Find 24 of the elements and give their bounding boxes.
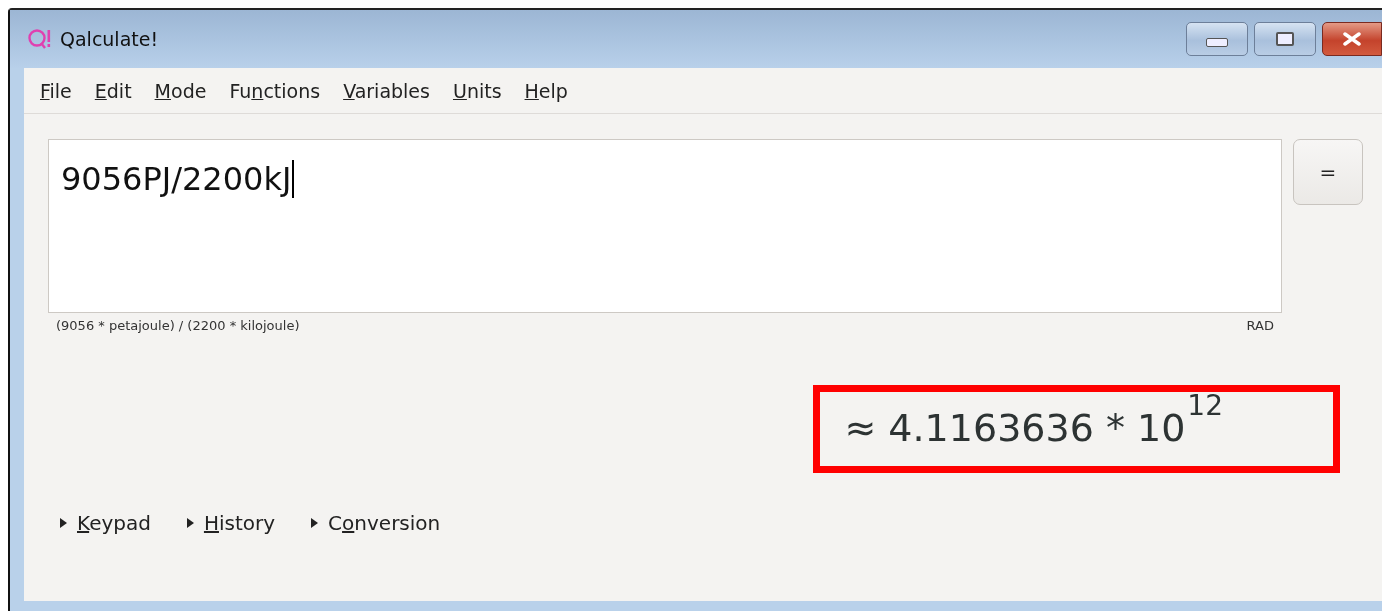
minimize-button[interactable] xyxy=(1186,22,1248,56)
expression-field[interactable]: 9056PJ/2200kJ xyxy=(48,139,1282,313)
close-button[interactable] xyxy=(1322,22,1382,56)
expander[interactable]: Keypad xyxy=(58,511,151,535)
close-icon xyxy=(1342,32,1362,46)
menu-item[interactable]: Help xyxy=(524,79,568,102)
menu-item[interactable]: Variables xyxy=(343,79,430,102)
triangle-right-icon xyxy=(58,516,68,530)
app-logo-icon xyxy=(28,28,52,50)
triangle-right-icon xyxy=(184,516,195,530)
menu-item[interactable]: Units xyxy=(452,79,502,102)
parsed-expression: (9056 * petajoule) / (2200 * kilojoule) xyxy=(56,318,300,333)
menu-item[interactable]: File xyxy=(40,79,72,102)
menu-item[interactable]: Functions xyxy=(229,79,321,102)
menu-item[interactable]: Edit xyxy=(94,79,132,102)
menu-item[interactable]: Mode xyxy=(154,79,207,102)
equals-button[interactable]: = xyxy=(1293,139,1363,205)
expander[interactable]: History xyxy=(184,511,276,535)
window-title: Qalculate! xyxy=(60,28,159,50)
result-text: ≈ 4.1163636 * 10$^{12}$ xyxy=(813,385,1340,473)
expander[interactable]: Conversion xyxy=(309,511,441,535)
maximize-button[interactable] xyxy=(1254,22,1316,56)
triangle-right-icon xyxy=(309,516,320,530)
angle-mode-label: RAD xyxy=(1246,318,1274,333)
